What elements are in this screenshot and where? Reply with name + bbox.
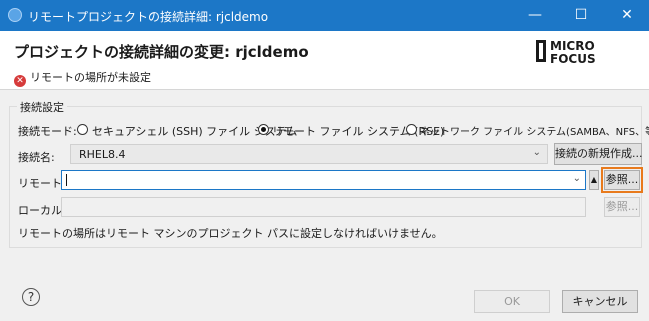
group-label: 接続設定 bbox=[17, 99, 67, 115]
rse-radio[interactable] bbox=[258, 124, 269, 135]
text-cursor bbox=[66, 174, 67, 186]
local-browse-button[interactable]: 参照... bbox=[604, 197, 640, 217]
mode-label: 接続モード: bbox=[18, 125, 77, 138]
connection-select[interactable]: RHEL8.4 ⌄ bbox=[70, 144, 548, 164]
dialog-header: プロジェクトの接続詳細の変更: rjcldemo ✕ リモートの場所が未設定 MI… bbox=[0, 31, 649, 90]
logo-text-micro: MICRO bbox=[550, 39, 595, 53]
micro-focus-logo: MICRO FOCUS bbox=[536, 39, 596, 64]
dialog-heading: プロジェクトの接続詳細の変更: rjcldemo bbox=[14, 43, 309, 61]
remote-location-input[interactable]: ⌄ bbox=[61, 170, 586, 190]
local-location-input[interactable] bbox=[61, 197, 586, 217]
error-message: ✕ リモートの場所が未設定 bbox=[14, 69, 151, 87]
remote-browse-button[interactable]: 参照... bbox=[601, 167, 643, 193]
error-text: リモートの場所が未設定 bbox=[30, 71, 151, 84]
close-button[interactable]: ✕ bbox=[604, 0, 649, 31]
title-bar: リモートプロジェクトの接続詳細: rjcldemo — ☐ ✕ bbox=[0, 0, 649, 31]
app-icon bbox=[8, 8, 22, 22]
nfs-radio[interactable] bbox=[406, 124, 417, 135]
connection-label: 接続名: bbox=[18, 151, 55, 164]
cancel-button[interactable]: キャンセル bbox=[562, 290, 638, 313]
ok-button[interactable]: OK bbox=[474, 290, 550, 313]
ssh-radio[interactable] bbox=[77, 124, 88, 135]
info-text: リモートの場所はリモート マシンのプロジェクト パスに設定しなければいけません。 bbox=[18, 227, 443, 240]
chevron-down-icon: ⌄ bbox=[572, 173, 581, 184]
new-connection-button[interactable]: 接続の新規作成... bbox=[554, 143, 643, 165]
error-icon: ✕ bbox=[14, 75, 26, 87]
window-title: リモートプロジェクトの接続詳細: rjcldemo bbox=[28, 10, 269, 24]
maximize-button[interactable]: ☐ bbox=[558, 0, 604, 31]
help-icon[interactable]: ? bbox=[22, 288, 40, 306]
chevron-down-icon: ⌄ bbox=[532, 147, 541, 158]
connection-value: RHEL8.4 bbox=[79, 148, 126, 161]
rse-option-label[interactable]: リモート ファイル システム (RSE) bbox=[272, 123, 444, 139]
history-stepper-button[interactable]: ▲ bbox=[589, 170, 599, 190]
logo-text-focus: FOCUS bbox=[550, 52, 596, 64]
minimize-button[interactable]: — bbox=[512, 0, 558, 31]
local-label: ローカル( bbox=[18, 204, 67, 217]
nfs-option-label[interactable]: ネットワーク ファイル システム(SAMBA、NFS、等...) bbox=[420, 123, 649, 138]
